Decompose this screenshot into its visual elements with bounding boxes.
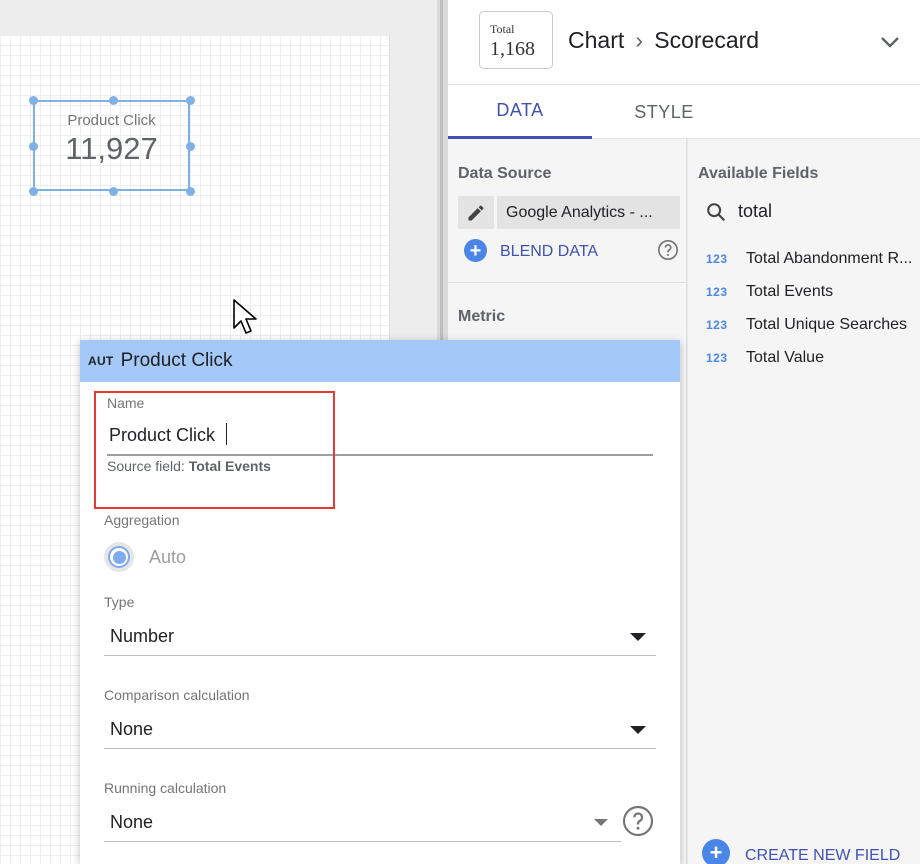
field-editor-title: Product Click xyxy=(120,350,233,371)
thumbnail-value: 1,168 xyxy=(490,38,535,60)
number-type-icon: 123 xyxy=(706,318,728,332)
tab-style[interactable]: STYLE xyxy=(592,85,736,139)
resize-handle-top-right[interactable] xyxy=(186,96,195,105)
field-name: Total Value xyxy=(746,349,824,366)
field-name: Total Abandonment R... xyxy=(746,250,913,267)
breadcrumb-scorecard: Scorecard xyxy=(654,27,760,53)
type-select[interactable]: Number xyxy=(104,622,656,656)
help-icon[interactable] xyxy=(657,239,679,261)
create-new-field-button[interactable]: CREATE NEW FIELD xyxy=(745,847,900,864)
number-type-icon: 123 xyxy=(706,351,728,365)
resize-handle-bottom-right[interactable] xyxy=(186,187,195,196)
field-editor-header: AUT Product Click xyxy=(80,340,680,382)
chevron-right-icon: › xyxy=(635,27,644,53)
add-icon[interactable]: + xyxy=(702,839,730,864)
field-item-total-events[interactable]: 123 Total Events xyxy=(688,277,920,307)
field-item-total-value[interactable]: 123 Total Value xyxy=(688,343,920,373)
mouse-pointer-icon xyxy=(233,299,257,334)
data-source-title: Data Source xyxy=(458,165,552,182)
resize-handle-top-left[interactable] xyxy=(29,96,38,105)
type-label: Type xyxy=(104,594,135,610)
scorecard-label: Product Click xyxy=(67,112,156,129)
properties-panel-header: Total 1,168 Chart › Scorecard xyxy=(448,0,920,85)
panel-tabs: DATA STYLE xyxy=(448,85,920,139)
aggregation-label: Aggregation xyxy=(104,512,180,528)
type-select-value: Number xyxy=(110,626,175,646)
number-type-icon: 123 xyxy=(706,252,728,266)
field-item-total-abandonment[interactable]: 123 Total Abandonment R... xyxy=(688,244,920,274)
number-type-icon: 123 xyxy=(706,285,728,299)
field-item-total-unique-searches[interactable]: 123 Total Unique Searches xyxy=(688,310,920,340)
field-search-input[interactable] xyxy=(738,199,908,223)
section-divider xyxy=(448,282,687,283)
tab-data[interactable]: DATA xyxy=(448,85,592,139)
thumbnail-label: Total xyxy=(490,22,515,36)
comparison-calculation-select[interactable]: None xyxy=(104,715,656,749)
aggregation-auto-radio[interactable] xyxy=(104,542,134,572)
resize-handle-bottom-left[interactable] xyxy=(29,187,38,196)
scorecard-chart[interactable]: Product Click 11,927 xyxy=(29,96,195,196)
radio-dot xyxy=(112,550,126,564)
comparison-calculation-label: Comparison calculation xyxy=(104,687,250,703)
chart-type-thumbnail[interactable]: Total 1,168 xyxy=(479,11,553,69)
blend-data-button[interactable]: BLEND DATA xyxy=(500,243,598,261)
pencil-icon[interactable] xyxy=(458,196,494,229)
field-name: Total Events xyxy=(746,283,834,300)
scorecard-value: 11,927 xyxy=(65,131,158,166)
chevron-down-icon[interactable] xyxy=(878,30,902,54)
highlight-annotation-box xyxy=(94,391,335,509)
dropdown-arrow-icon xyxy=(630,726,646,734)
available-fields-title: Available Fields xyxy=(698,165,819,182)
resize-handle-middle-right[interactable] xyxy=(186,142,195,151)
dropdown-arrow-icon xyxy=(630,633,646,641)
running-calculation-label: Running calculation xyxy=(104,780,227,796)
aggregation-auto-label: Auto xyxy=(149,547,187,567)
running-select-value: None xyxy=(110,812,154,832)
help-icon[interactable] xyxy=(622,805,654,837)
resize-handle-middle-left[interactable] xyxy=(29,142,38,151)
add-icon[interactable]: + xyxy=(464,239,487,262)
field-editor-popup: AUT Product Click Name Source field: Tot… xyxy=(80,340,680,864)
metric-title: Metric xyxy=(458,308,506,325)
resize-handle-bottom-center[interactable] xyxy=(109,187,118,196)
available-fields-column: Available Fields 123 Total Abandonment R… xyxy=(688,139,920,864)
search-icon xyxy=(707,203,726,222)
radio-ring xyxy=(108,546,130,568)
dropdown-arrow-icon xyxy=(594,819,608,826)
field-name: Total Unique Searches xyxy=(746,316,907,333)
breadcrumb: Chart › Scorecard xyxy=(568,27,759,54)
aggregation-type-badge: AUT xyxy=(88,354,114,368)
comparison-select-value: None xyxy=(110,719,154,739)
data-source-chip[interactable]: Google Analytics - ... xyxy=(497,196,680,229)
breadcrumb-chart: Chart xyxy=(568,27,625,53)
resize-handle-top-center[interactable] xyxy=(109,96,118,105)
running-calculation-select[interactable]: None xyxy=(104,808,621,842)
